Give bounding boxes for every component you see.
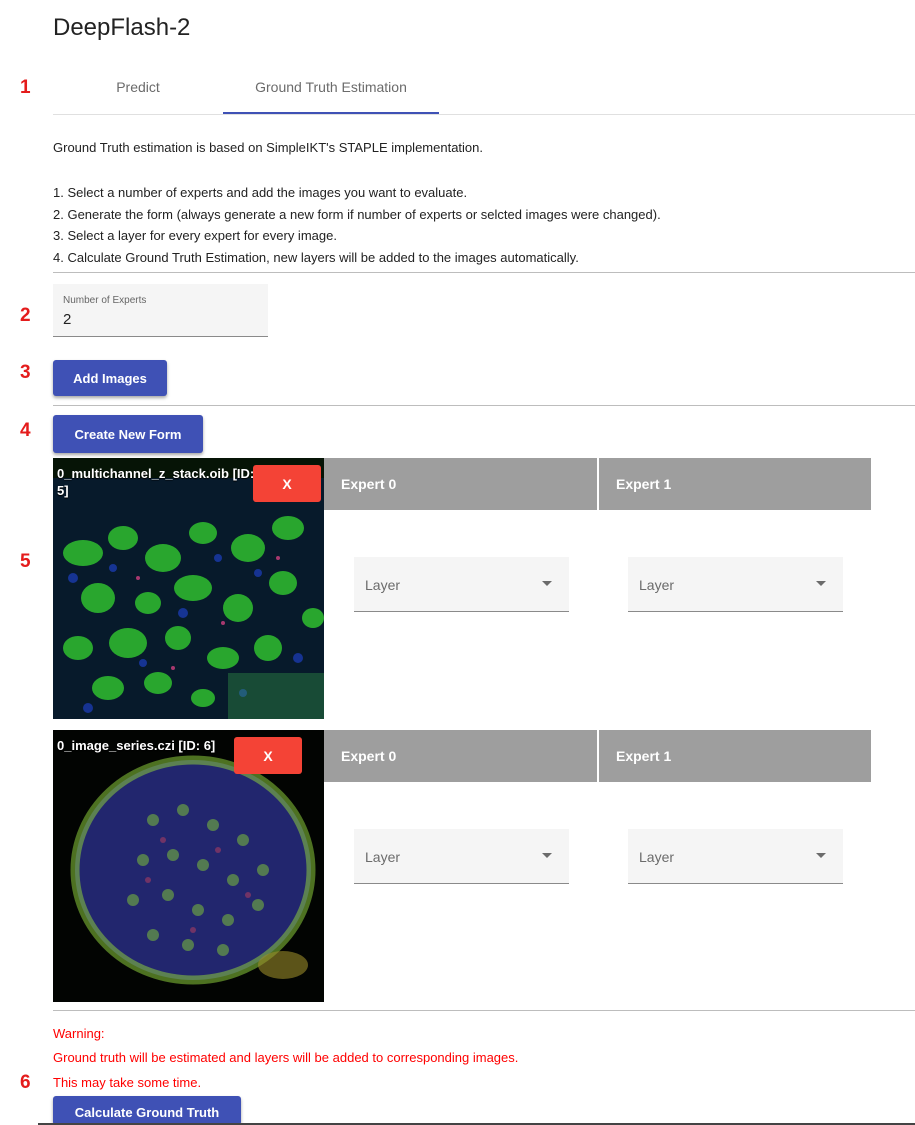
layer-select[interactable]: Layer: [628, 557, 843, 612]
dropdown-arrow-icon: [816, 581, 826, 586]
expert-column-header: Expert 1: [599, 458, 871, 510]
instruction-step: 2. Generate the form (always generate a …: [53, 206, 661, 222]
layer-select-placeholder: Layer: [365, 577, 401, 593]
layer-select-placeholder: Layer: [639, 577, 675, 593]
section-divider: [53, 272, 915, 273]
number-of-experts-input[interactable]: [63, 311, 253, 328]
expert-column-header: Expert 0: [324, 730, 597, 782]
instruction-step: 1. Select a number of experts and add th…: [53, 185, 468, 200]
layer-select[interactable]: Layer: [354, 829, 569, 884]
warning-message-time: This may take some time.: [53, 1075, 202, 1090]
warning-title: Warning:: [53, 1026, 105, 1041]
instruction-step: 3. Select a layer for every expert for e…: [53, 228, 337, 243]
annotation-marker-2: 2: [20, 305, 31, 326]
dropdown-arrow-icon: [816, 853, 826, 858]
image-name: 0_image_series.czi [ID: 6]: [57, 738, 216, 753]
expert-column-header: Expert 1: [599, 730, 871, 782]
number-of-experts-label: Number of Experts: [63, 295, 147, 306]
intro-text: Ground Truth estimation is based on Simp…: [53, 140, 483, 155]
warning-message: Ground truth will be estimated and layer…: [53, 1050, 519, 1065]
layer-select[interactable]: Layer: [354, 557, 569, 612]
create-new-form-button[interactable]: Create New Form: [53, 415, 203, 453]
dropdown-arrow-icon: [542, 581, 552, 586]
tabs-divider: [53, 114, 915, 115]
layer-select[interactable]: Layer: [628, 829, 843, 884]
expert-column-header: Expert 0: [324, 458, 597, 510]
tab-predict-label: Predict: [116, 79, 160, 95]
add-images-button[interactable]: Add Images: [53, 360, 167, 396]
calculate-ground-truth-button[interactable]: Calculate Ground Truth: [53, 1096, 241, 1125]
tab-ground-truth-estimation[interactable]: Ground Truth Estimation: [223, 79, 439, 115]
annotation-marker-1: 1: [20, 77, 31, 98]
annotation-marker-4: 4: [20, 420, 31, 441]
number-of-experts-field[interactable]: Number of Experts: [53, 284, 268, 337]
app-title: DeepFlash-2: [53, 14, 191, 41]
remove-image-button[interactable]: X: [253, 465, 321, 502]
section-divider: [53, 405, 915, 406]
tab-ground-truth-estimation-label: Ground Truth Estimation: [255, 79, 407, 95]
instructions-list: 1. Select a number of experts and add th…: [53, 182, 661, 268]
remove-image-button[interactable]: X: [234, 737, 302, 774]
annotation-marker-6: 6: [20, 1072, 31, 1093]
image-name: 0_multichannel_z_stack.oib [ID: 5]: [57, 466, 255, 498]
dropdown-arrow-icon: [542, 853, 552, 858]
instruction-step: 4. Calculate Ground Truth Estimation, ne…: [53, 249, 579, 265]
annotation-marker-3: 3: [20, 362, 31, 383]
tab-predict[interactable]: Predict: [53, 79, 223, 115]
annotation-marker-5: 5: [20, 551, 31, 572]
section-divider: [53, 1010, 915, 1011]
layer-select-placeholder: Layer: [639, 849, 675, 865]
layer-select-placeholder: Layer: [365, 849, 401, 865]
